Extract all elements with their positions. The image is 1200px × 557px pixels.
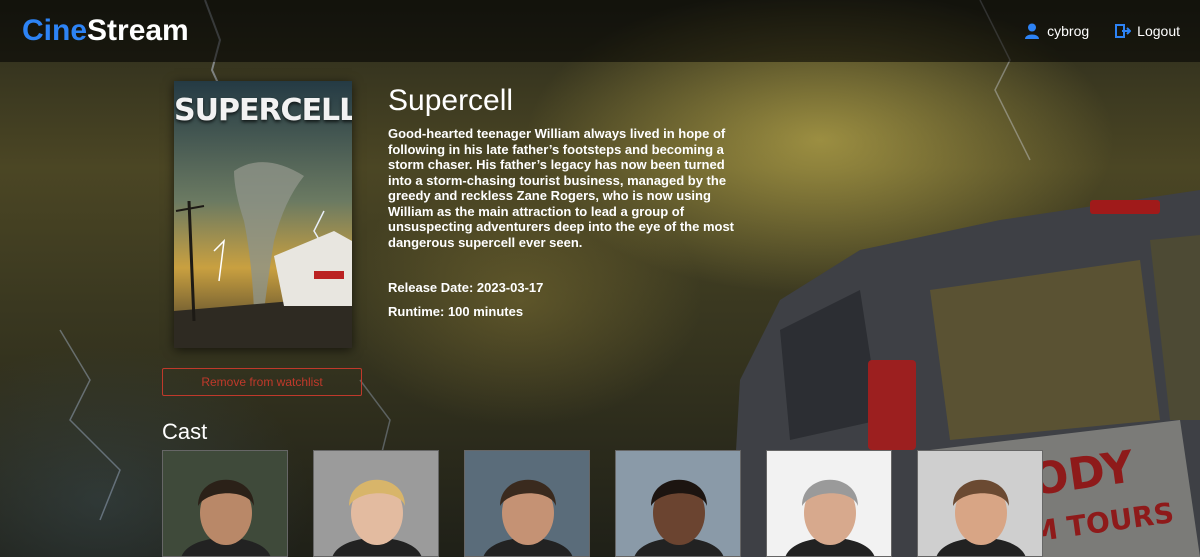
cast-member-3[interactable] [464, 450, 590, 557]
cast-photo [918, 451, 1042, 556]
movie-title: Supercell [388, 84, 514, 117]
cast-photo [163, 451, 287, 556]
cast-member-1[interactable] [162, 450, 288, 557]
movie-poster: SUPERCELL [174, 81, 352, 348]
movie-details: Supercell Good-hearted teenager William … [388, 84, 748, 324]
movie-meta: Release Date: 2023-03-17 Runtime: 100 mi… [388, 276, 748, 324]
release-date: Release Date: 2023-03-17 [388, 280, 544, 295]
logout-link[interactable]: Logout [1137, 23, 1180, 39]
user-icon [1025, 23, 1040, 39]
top-navbar: CineStream cybrog Logout [0, 0, 1200, 62]
cast-member-5[interactable] [766, 450, 892, 557]
cast-photo [465, 451, 589, 556]
username-link[interactable]: cybrog [1047, 23, 1089, 39]
runtime: Runtime: 100 minutes [388, 304, 524, 319]
logo-part-cine: Cine [22, 14, 88, 47]
cast-member-6[interactable] [917, 450, 1043, 557]
cast-member-4[interactable] [615, 450, 741, 557]
cast-photo [314, 451, 438, 556]
cast-list [162, 450, 1043, 557]
logo-part-stream: Stream [87, 14, 189, 47]
cast-photo [616, 451, 740, 556]
app-logo[interactable]: CineStream [22, 14, 189, 48]
cast-photo [767, 451, 891, 556]
cast-member-2[interactable] [313, 450, 439, 557]
poster-title: SUPERCELL [174, 93, 352, 128]
movie-overview: Good-hearted teenager William always liv… [388, 126, 735, 250]
cast-heading: Cast [162, 419, 208, 444]
logout-icon [1115, 23, 1132, 39]
user-menu: cybrog Logout [1025, 23, 1180, 39]
remove-from-watchlist-button[interactable]: Remove from watchlist [162, 368, 362, 396]
